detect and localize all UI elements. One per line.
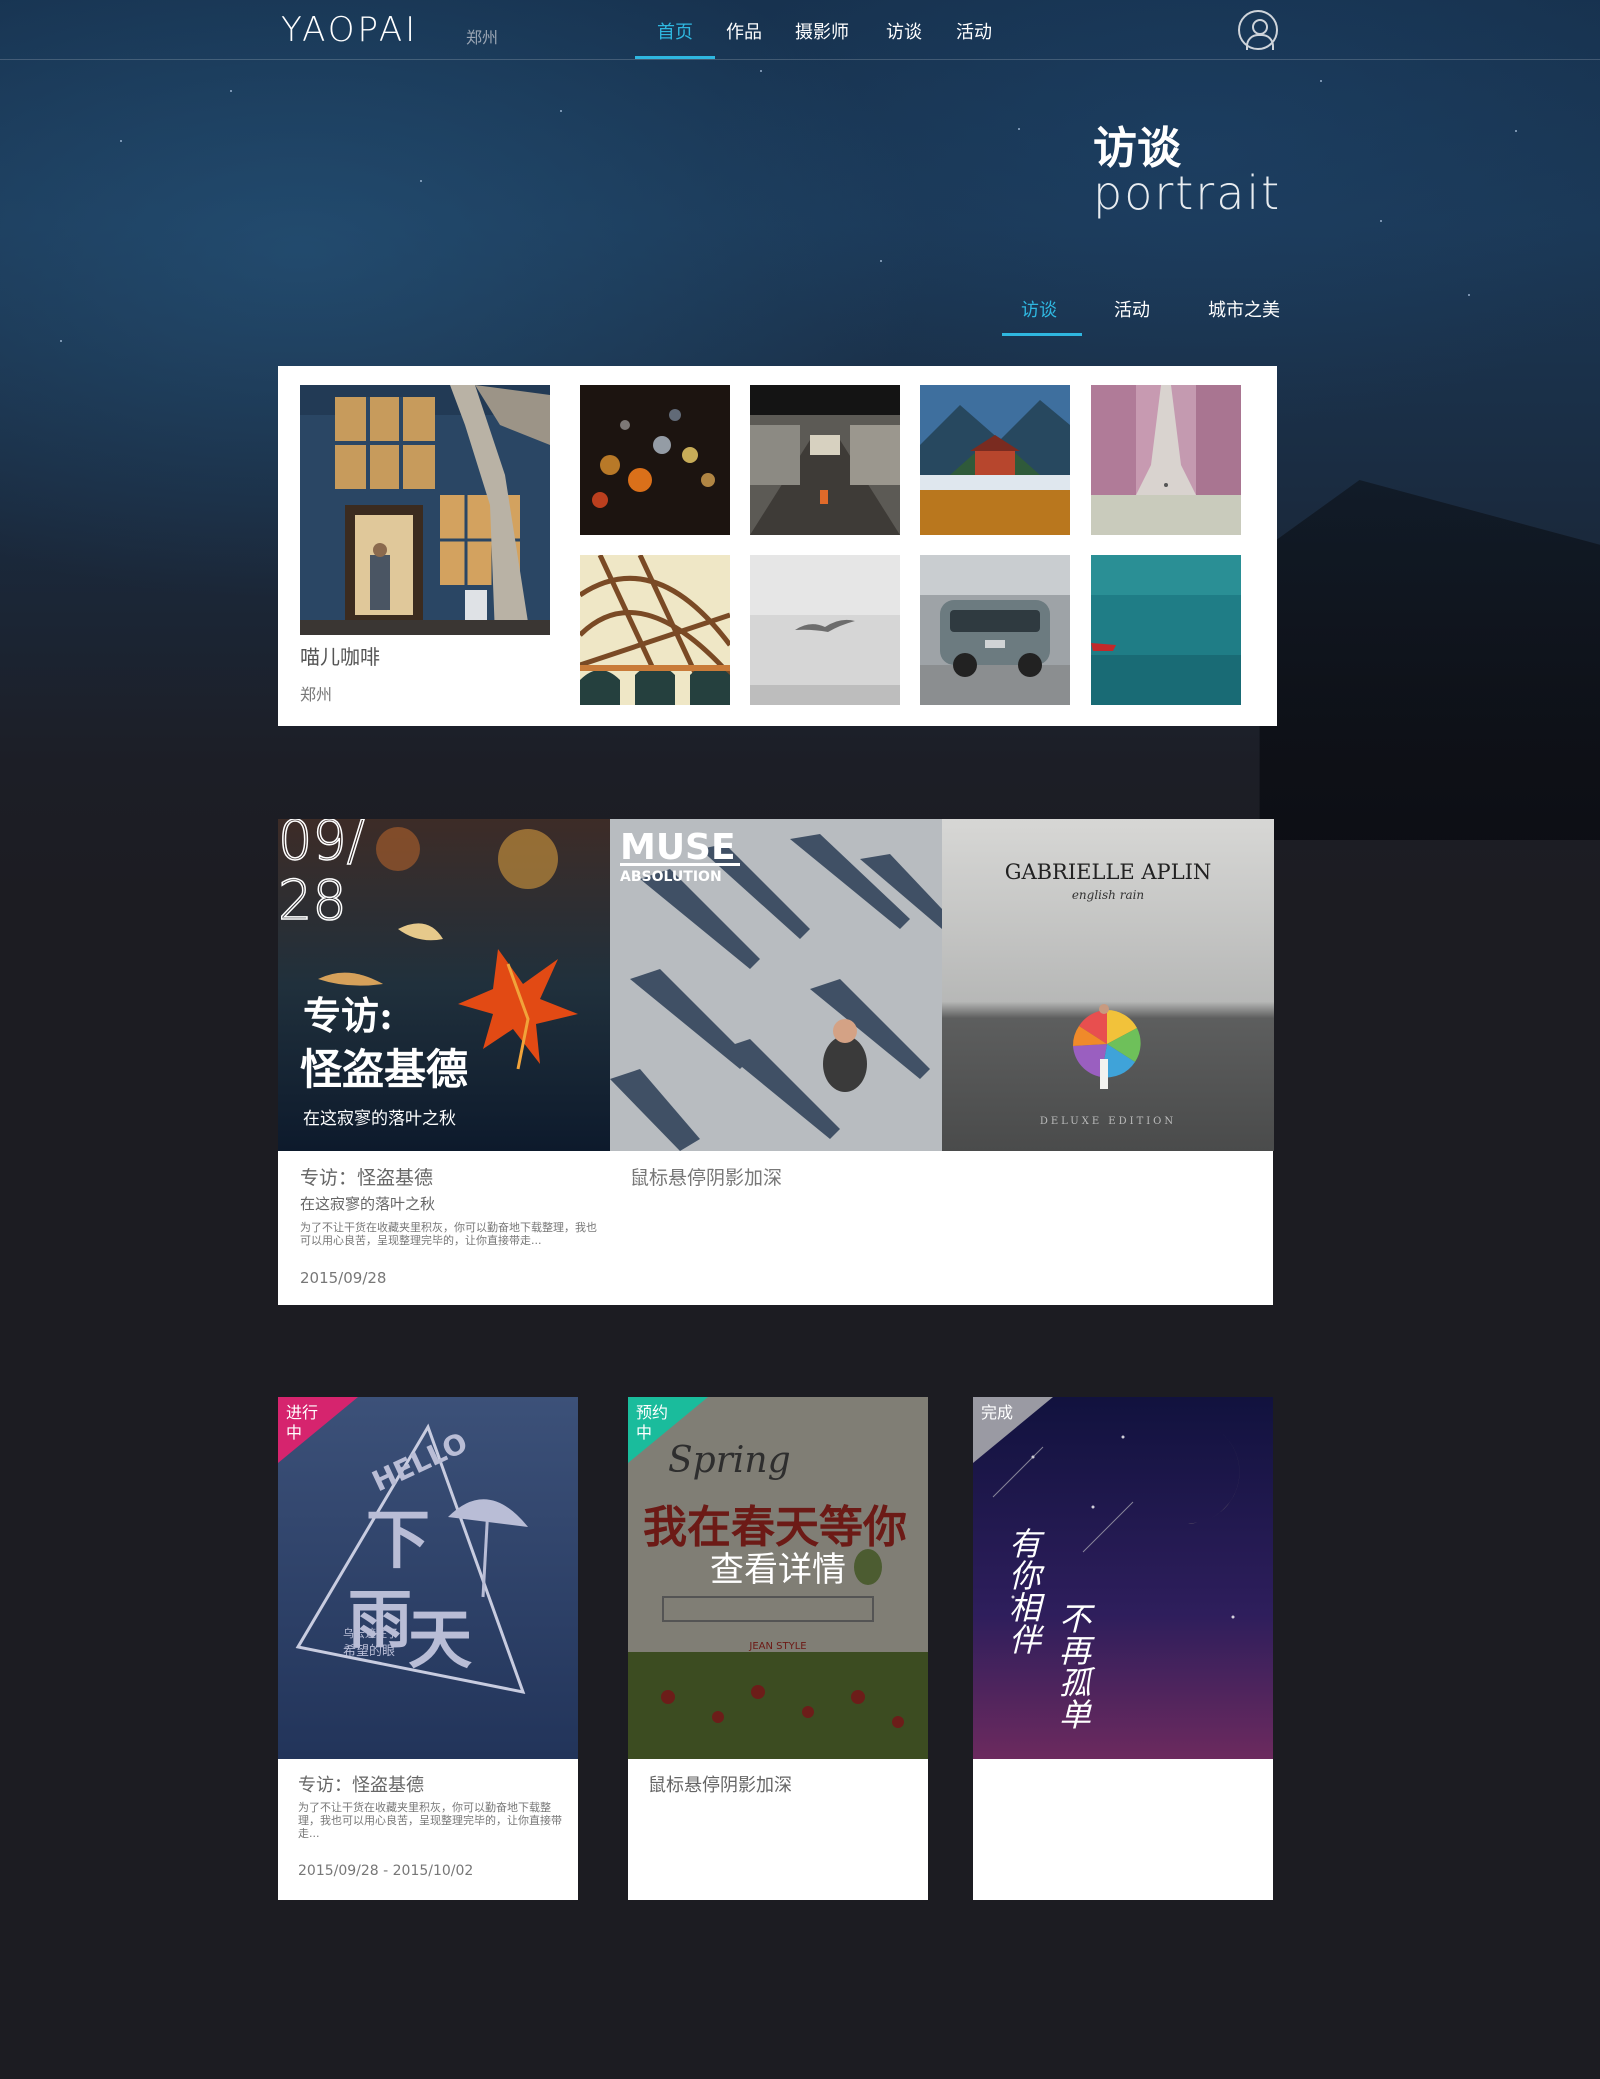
interview-card[interactable]: 专访：怪盗基德 在这寂寥的落叶之秋 为了不让干货在收藏夹里积灰，你可以勤奋地下载… (278, 1151, 610, 1305)
album-subtitle: english rain (1072, 888, 1144, 902)
status-badge: 完成 (981, 1403, 1014, 1422)
interview-card-subtitle: 在这寂寥的落叶之秋 (300, 1195, 436, 1213)
nav-item-home[interactable]: 首页 (657, 18, 693, 44)
nav-item-interviews[interactable]: 访谈 (886, 18, 922, 44)
interview-row: 09/ 28 专访: 怪盗基德 在这寂寥的落叶之秋 MUSE ABSOLUTIO… (278, 819, 1274, 1305)
feature-title[interactable]: 喵儿咖啡 (300, 641, 380, 670)
poster-line-1: 有你相伴 (1004, 1527, 1042, 1655)
activity-title[interactable]: 专访：怪盗基德 (298, 1771, 424, 1797)
hover-hint: 鼠标悬停阴影加深 (630, 1167, 783, 1189)
nav-item-activities[interactable]: 活动 (956, 18, 992, 44)
nav-active-indicator (635, 56, 715, 59)
poster-name: 怪盗基德 (300, 1045, 468, 1094)
gallery-photo-architecture[interactable] (580, 555, 730, 705)
album-edition: DELUXE EDITION (1040, 1116, 1176, 1127)
feature-city: 郑州 (300, 685, 333, 704)
gallery-photo-forest-path[interactable] (1091, 385, 1241, 535)
activity-card-done[interactable]: 有你相伴 不再孤单 完成 (973, 1397, 1273, 1900)
activity-poster-rain[interactable]: HELLO 下 雨 天 乌云遮住了 希望的眼 进行中 (278, 1397, 578, 1759)
activity-card-ongoing[interactable]: HELLO 下 雨 天 乌云遮住了 希望的眼 进行中 专访：怪盗基德 为了不让干… (278, 1397, 578, 1900)
date-overlay-month: 09/ (278, 819, 365, 872)
album-cover-gabrielle[interactable]: GABRIELLE APLIN english rain DELUXE EDIT… (942, 819, 1274, 1151)
interview-hover-card[interactable]: 鼠标悬停阴影加深 (610, 1151, 1273, 1305)
barn-silhouette (1259, 480, 1600, 840)
top-nav: YAOPAI 郑州 首页 作品 摄影师 访谈 活动 (0, 0, 1600, 60)
activity-card-body: 专访：怪盗基德 为了不让干货在收藏夹里积灰，你可以勤奋地下载整理，我也可以用心良… (278, 1759, 578, 1900)
poster-caption-1: 乌云遮住了 (343, 1626, 398, 1640)
site-logo[interactable]: YAOPAI (281, 10, 418, 50)
city-selector[interactable]: 郑州 (466, 24, 498, 48)
tab-city-beauty[interactable]: 城市之美 (1208, 296, 1280, 322)
interview-card-title[interactable]: 专访：怪盗基德 (300, 1163, 433, 1190)
album-title: ABSOLUTION (620, 869, 722, 885)
gallery-photo-bokeh[interactable] (580, 385, 730, 535)
date-overlay-day: 28 (278, 869, 347, 932)
poster-title: 专访: (303, 993, 393, 1038)
interview-card-date: 2015/09/28 (300, 1269, 387, 1287)
album-cover-muse[interactable]: MUSE ABSOLUTION (610, 819, 942, 1151)
gallery-photo-vw-bus[interactable] (920, 555, 1070, 705)
poster-caption-2: 希望的眼 (343, 1643, 395, 1659)
poster-line-2: 不再孤单 (1054, 1602, 1092, 1730)
album-artist: GABRIELLE APLIN (1005, 860, 1212, 884)
gallery-photo-house[interactable] (920, 385, 1070, 535)
tab-interviews[interactable]: 访谈 (1021, 296, 1057, 322)
nav-item-works[interactable]: 作品 (726, 18, 762, 44)
nav-item-photographers[interactable]: 摄影师 (795, 18, 849, 44)
activity-desc: 为了不让干货在收藏夹里积灰，你可以勤奋地下载整理，我也可以用心良苦，呈现整理完毕… (298, 1801, 562, 1840)
hover-hint: 鼠标悬停阴影加深 (648, 1775, 792, 1796)
interview-poster[interactable]: 09/ 28 专访: 怪盗基德 在这寂寥的落叶之秋 (278, 819, 610, 1151)
gallery-photo-boat[interactable] (1091, 555, 1241, 705)
user-icon[interactable] (1238, 10, 1278, 50)
activity-poster-moon[interactable]: 有你相伴 不再孤单 完成 (973, 1397, 1273, 1759)
status-badge: 进行中 (286, 1403, 319, 1442)
activity-card-reserve[interactable]: Spring 我在春天等你 JEAN STYLE 预约中 查看详情 鼠标悬停阴影… (628, 1397, 928, 1900)
status-badge: 预约中 (636, 1403, 669, 1442)
poster-subtitle: 在这寂寥的落叶之秋 (303, 1108, 456, 1129)
tab-active-indicator (1002, 333, 1082, 336)
section-subtitle: portrait (1093, 166, 1282, 220)
gallery-photo-street[interactable] (750, 385, 900, 535)
cafe-photo[interactable] (300, 385, 550, 635)
activity-date: 2015/09/28 - 2015/10/02 (298, 1863, 474, 1879)
poster-char-3: 天 (408, 1604, 472, 1678)
activity-card-body (973, 1759, 1273, 1900)
album-band-name: MUSE (620, 827, 736, 868)
tab-activities[interactable]: 活动 (1114, 296, 1150, 322)
photo-gallery: 喵儿咖啡 郑州 (278, 366, 1277, 726)
activity-poster-spring[interactable]: Spring 我在春天等你 JEAN STYLE 预约中 查看详情 (628, 1397, 928, 1759)
view-details-button[interactable]: 查看详情 (628, 1542, 928, 1591)
gallery-photo-seagull[interactable] (750, 555, 900, 705)
activity-card-body: 鼠标悬停阴影加深 (628, 1759, 928, 1900)
interview-card-desc: 为了不让干货在收藏夹里积灰，你可以勤奋地下载整理，我也可以用心良苦，呈现整理完毕… (300, 1221, 597, 1247)
poster-char-1: 下 (366, 1504, 430, 1578)
